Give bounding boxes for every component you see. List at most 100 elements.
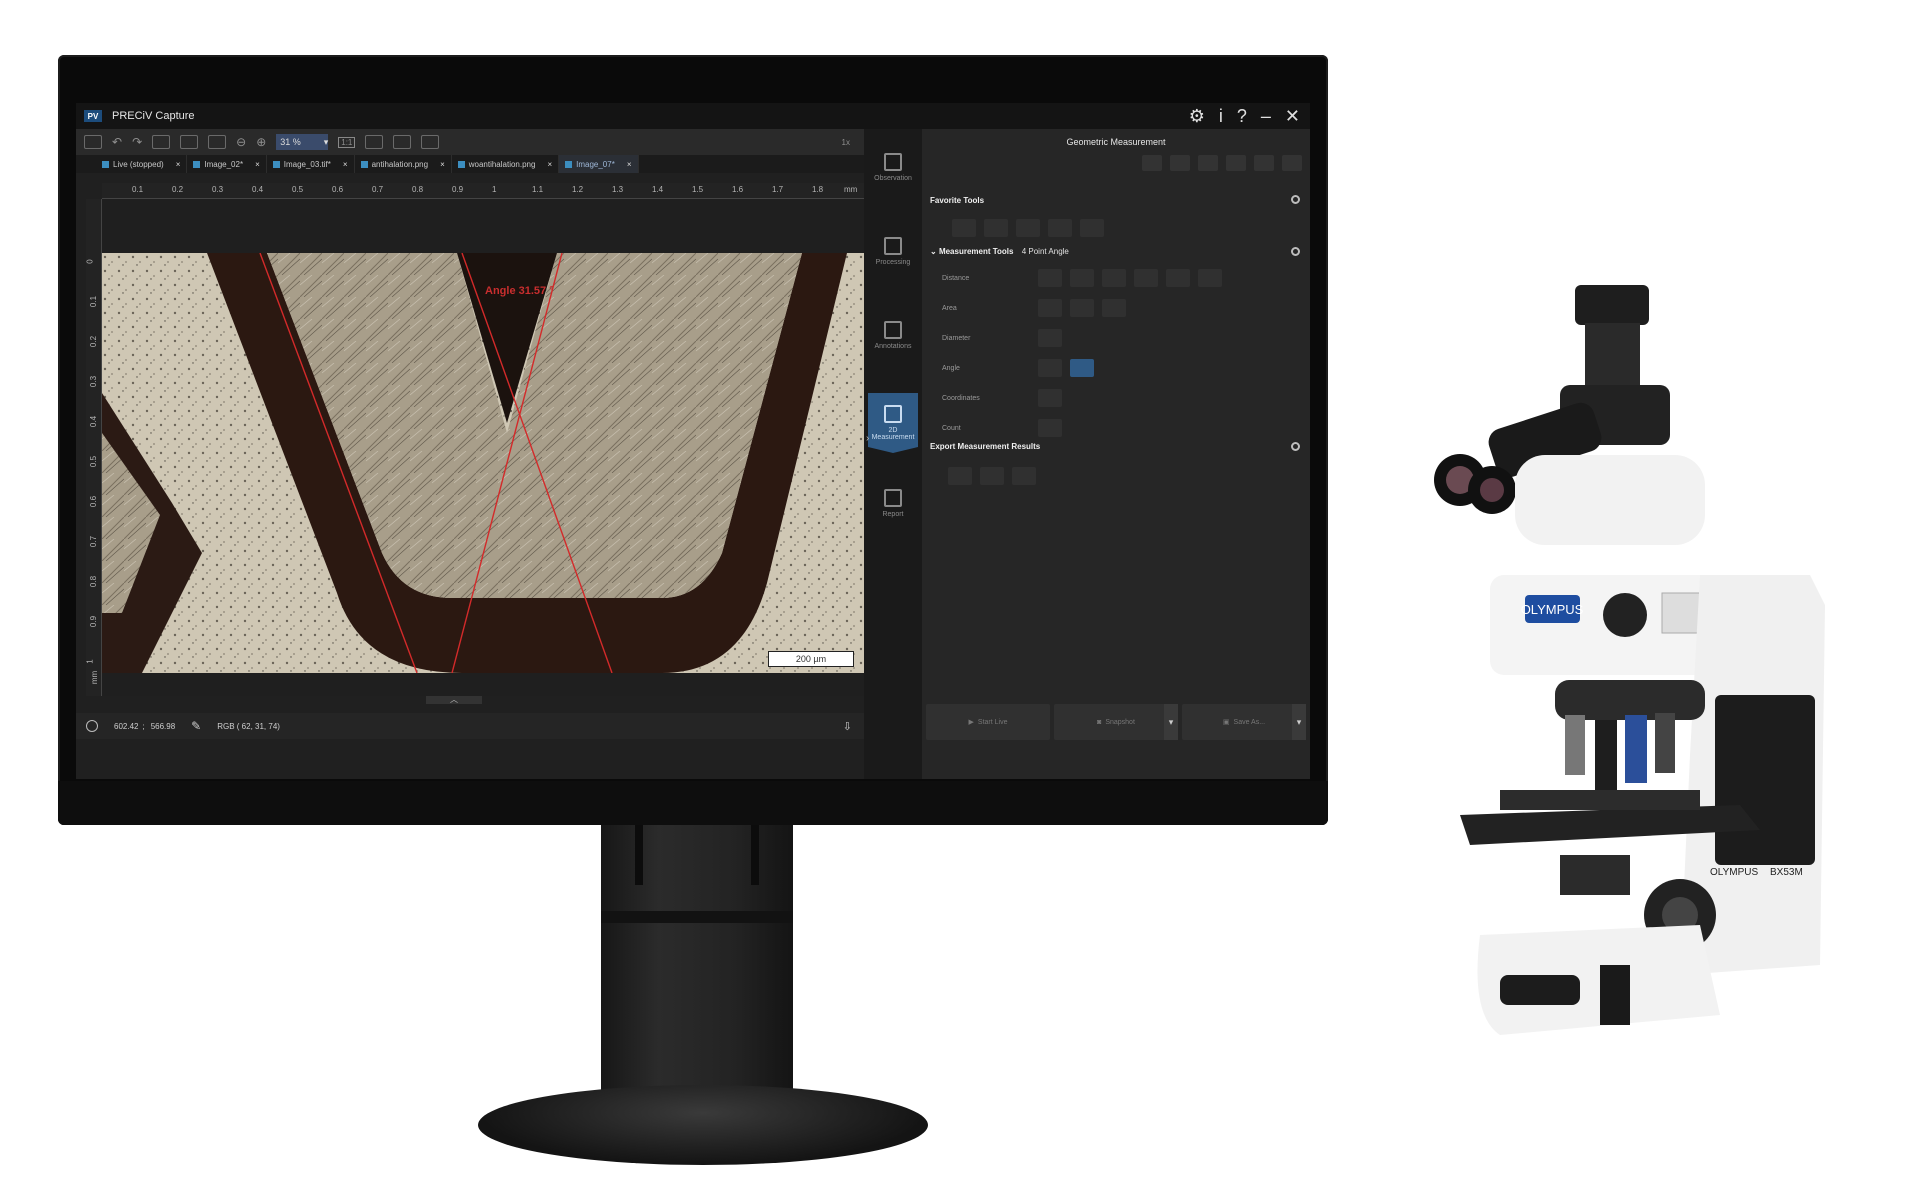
fit-window-icon[interactable]: [393, 135, 412, 149]
tab-close-icon[interactable]: ×: [343, 160, 348, 169]
distance-tool-button[interactable]: [1070, 269, 1094, 287]
microscope-brand-label: OLYMPUS: [1710, 867, 1758, 878]
nav-label: 2D Measurement: [871, 427, 915, 441]
save-dropdown[interactable]: ▾: [1292, 704, 1306, 740]
zoom-dropdown[interactable]: 31 % ▾: [276, 134, 329, 150]
ruler-tick-label: 1: [492, 185, 497, 194]
delete-tool-icon[interactable]: [1226, 155, 1246, 171]
select-tool-icon[interactable]: [1142, 155, 1162, 171]
fit-width-icon[interactable]: [365, 135, 384, 149]
fav-circle-tool[interactable]: [1016, 219, 1040, 237]
distance-tool-button[interactable]: [1038, 269, 1062, 287]
microscope-illustration: OLYMPUS OLYMPUS BX53M: [1434, 285, 1825, 1035]
area-tool-button[interactable]: [1038, 299, 1062, 317]
tab-close-icon[interactable]: ×: [627, 160, 632, 169]
save-as-button[interactable]: ▣ Save As... ▾: [1182, 704, 1306, 740]
ruler-tick-label: 0.2: [89, 335, 99, 348]
snapshot-dropdown[interactable]: ▾: [1164, 704, 1178, 740]
measurement-settings-gear-icon[interactable]: [1291, 247, 1300, 256]
collapse-panel-handle[interactable]: ︿: [426, 696, 482, 704]
distance-tool-button[interactable]: [1102, 269, 1126, 287]
settings-gear-icon[interactable]: ⚙: [1189, 106, 1205, 127]
tab-1[interactable]: Image_02* ×: [187, 155, 267, 173]
favorite-settings-gear-icon[interactable]: [1291, 195, 1300, 204]
distance-tool-button[interactable]: [1166, 269, 1190, 287]
current-tool-label: 4 Point Angle: [1021, 247, 1069, 256]
info-icon[interactable]: i: [1219, 106, 1223, 127]
export-buttons: [948, 467, 1036, 485]
tab-2[interactable]: Image_03.tif* ×: [267, 155, 355, 173]
nav-icon: [884, 237, 902, 255]
open-folder-icon[interactable]: [84, 135, 102, 149]
nav-item-observation[interactable]: Observation: [868, 141, 918, 201]
tool-row-label: Distance: [942, 274, 970, 282]
area-tool-button[interactable]: [1070, 299, 1094, 317]
zoom-in-icon[interactable]: ⊕: [256, 135, 266, 149]
fav-rectangle-tool[interactable]: [1048, 219, 1072, 237]
export-csv-button[interactable]: [980, 467, 1004, 485]
micrograph-graphic: [102, 253, 864, 673]
fav-angle-tool[interactable]: [984, 219, 1008, 237]
tab-close-icon[interactable]: ×: [440, 160, 445, 169]
export-file-button[interactable]: [1012, 467, 1036, 485]
redo-icon[interactable]: ↷: [132, 135, 142, 149]
start-live-button[interactable]: ▶ Start Live: [926, 704, 1050, 740]
area-tool-button[interactable]: [1102, 299, 1126, 317]
snapshot-button[interactable]: ◙ Snapshot ▾: [1054, 704, 1178, 740]
favorite-tools-heading: Favorite Tools: [930, 196, 985, 205]
diameter-tool-button[interactable]: [1038, 329, 1062, 347]
close-icon[interactable]: ✕: [1285, 106, 1300, 127]
tab-close-icon[interactable]: ×: [255, 160, 260, 169]
tab-close-icon[interactable]: ×: [547, 160, 552, 169]
fav-line-tool[interactable]: [952, 219, 976, 237]
angle-tool-button[interactable]: [1038, 359, 1062, 377]
coordinates-tool-button[interactable]: [1038, 389, 1062, 407]
nav-icon: [884, 153, 902, 171]
copy-tool-icon[interactable]: [1170, 155, 1190, 171]
export-icon[interactable]: ⇩: [843, 720, 852, 733]
angle-tool-button[interactable]: [1070, 359, 1094, 377]
minimize-icon[interactable]: –: [1261, 106, 1271, 127]
fav-polygon-tool[interactable]: [1080, 219, 1104, 237]
help-icon[interactable]: ?: [1237, 106, 1247, 127]
nav-item-annotations[interactable]: Annotations: [868, 309, 918, 369]
export-excel-button[interactable]: [948, 467, 972, 485]
micrograph-image[interactable]: Angle 31.57 ° 200 µm: [102, 253, 864, 673]
tab-4[interactable]: woantihalation.png ×: [452, 155, 560, 173]
nav-item-processing[interactable]: Processing: [868, 225, 918, 285]
zoom-one-to-one-button[interactable]: 1:1: [338, 136, 356, 148]
count-tool-button[interactable]: [1038, 419, 1062, 437]
measurement-tools-heading[interactable]: ⌄ Measurement Tools 4 Point Angle: [930, 247, 1069, 256]
distance-tool-button[interactable]: [1198, 269, 1222, 287]
zoom-value: 31 %: [280, 137, 301, 147]
zoom-out-icon[interactable]: ⊖: [236, 135, 246, 149]
full-screen-icon[interactable]: [421, 135, 440, 149]
ruler-tick-label: 1.7: [772, 185, 784, 194]
monitor-bezel: [58, 781, 1328, 825]
options-tool-icon[interactable]: [1282, 155, 1302, 171]
paste-icon[interactable]: [208, 135, 227, 149]
move-tool-icon[interactable]: [1198, 155, 1218, 171]
expand-arrow-icon[interactable]: ›: [866, 433, 869, 444]
counter-label[interactable]: 1x: [842, 138, 850, 147]
nav-item-2d-measurement[interactable]: 2D Measurement: [868, 393, 918, 453]
tab-5[interactable]: Image_07* ×: [559, 155, 639, 173]
tool-row-buttons: [1038, 419, 1062, 437]
ruler-tool-icon[interactable]: [1254, 155, 1274, 171]
copy-icon[interactable]: [180, 135, 199, 149]
undo-icon[interactable]: ↶: [112, 135, 122, 149]
tab-0[interactable]: Live (stopped) ×: [96, 155, 188, 173]
image-file-icon: [565, 160, 573, 168]
eyedropper-icon[interactable]: ✎: [191, 719, 201, 733]
export-settings-gear-icon[interactable]: [1291, 442, 1300, 451]
tab-3[interactable]: antihalation.png ×: [355, 155, 452, 173]
angle-measurement-label[interactable]: Angle 31.57 °: [485, 285, 554, 297]
tab-label: woantihalation.png: [468, 159, 536, 169]
ruler-tick-label: 0.6: [89, 495, 99, 508]
tool-row-angle: Angle: [942, 359, 1094, 377]
ruler-tick-label: 1.4: [652, 185, 664, 194]
tab-close-icon[interactable]: ×: [176, 160, 181, 169]
nav-item-report[interactable]: Report: [868, 477, 918, 537]
select-icon[interactable]: [152, 135, 171, 149]
distance-tool-button[interactable]: [1134, 269, 1158, 287]
